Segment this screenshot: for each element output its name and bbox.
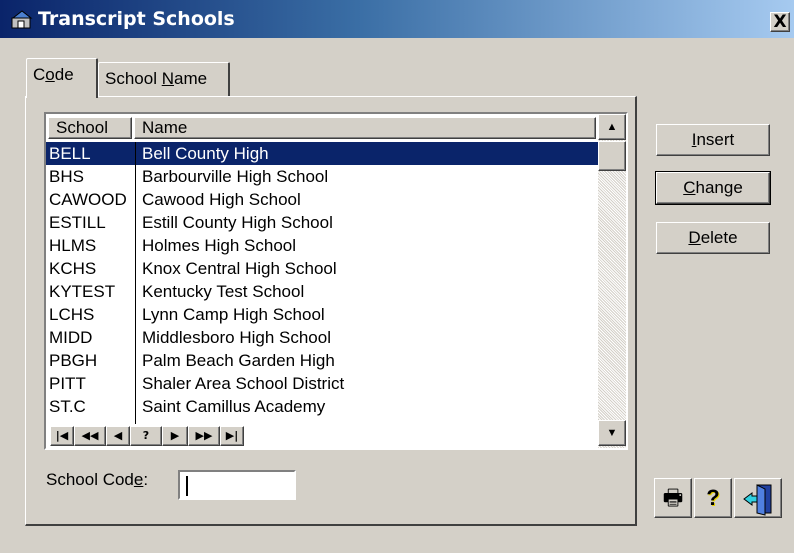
- school-name-cell: Estill County High School: [142, 213, 333, 232]
- close-button[interactable]: X: [770, 12, 790, 32]
- nav-last-icon: ▶|: [225, 429, 239, 442]
- school-name-cell: Lynn Camp High School: [142, 305, 325, 324]
- title-bar: Transcript Schools X: [0, 0, 794, 38]
- school-name-cell: Middlesboro High School: [142, 328, 331, 347]
- schools-grid[interactable]: School Name BELL Bell County High BHS Barbo…: [44, 112, 628, 450]
- table-row[interactable]: HLMS Holmes High School: [46, 234, 598, 257]
- table-row[interactable]: CAWOOD Cawood High School: [46, 188, 598, 211]
- nav-next-button[interactable]: ▶: [162, 426, 188, 446]
- insert-button-label: nsert: [696, 130, 735, 149]
- school-code-label-key: e: [133, 470, 144, 489]
- nav-prev-page-icon: ◀◀: [81, 429, 99, 442]
- nav-prev-icon: ◀: [113, 429, 123, 442]
- school-name-cell: Bell County High: [142, 144, 269, 163]
- school-code-cell: PITT: [49, 374, 86, 393]
- school-code-cell: BELL: [49, 144, 91, 163]
- change-button-key: C: [683, 178, 696, 197]
- tab-school-name-label-key: N: [161, 69, 174, 88]
- nav-goto-icon: ?: [142, 429, 150, 442]
- tab-code-label-pre: C: [33, 65, 46, 84]
- nav-next-page-button[interactable]: ▶▶: [188, 426, 220, 446]
- school-code-input[interactable]: [178, 470, 296, 500]
- table-row[interactable]: BHS Barbourville High School: [46, 165, 598, 188]
- school-code-cell: LCHS: [49, 305, 95, 324]
- nav-last-button[interactable]: ▶|: [220, 426, 244, 446]
- scroll-up-button[interactable]: ▲: [598, 114, 626, 140]
- change-button[interactable]: Change: [655, 171, 771, 205]
- school-code-cell: HLMS: [49, 236, 97, 255]
- school-code-label: School Code:: [46, 470, 148, 490]
- close-icon: X: [773, 12, 787, 32]
- arrow-down-icon: ▼: [606, 427, 618, 439]
- table-row[interactable]: PITT Shaler Area School District: [46, 372, 598, 395]
- tab-code[interactable]: Code: [26, 58, 98, 98]
- exit-button[interactable]: [734, 478, 782, 518]
- vertical-scrollbar[interactable]: ▲ ▼: [598, 114, 626, 448]
- tab-school-name-label-post: ame: [173, 69, 208, 88]
- nav-next-icon: ▶: [170, 429, 180, 442]
- school-code-label-post: :: [143, 470, 149, 489]
- school-name-cell: Saint Camillus Academy: [142, 397, 326, 416]
- school-code-cell: ESTILL: [49, 213, 106, 232]
- delete-button-label: elete: [700, 228, 738, 247]
- school-code-cell: BHS: [49, 167, 84, 186]
- nav-next-page-icon: ▶▶: [195, 429, 213, 442]
- table-row[interactable]: KYTEST Kentucky Test School: [46, 280, 598, 303]
- help-button[interactable]: ?: [694, 478, 732, 518]
- school-name-cell: Holmes High School: [142, 236, 297, 255]
- grid-body: School Name BELL Bell County High BHS Barbo…: [46, 114, 598, 448]
- printer-icon: 🖶: [662, 485, 684, 510]
- nav-first-button[interactable]: |◀: [50, 426, 74, 446]
- table-row[interactable]: PBGH Palm Beach Garden High: [46, 349, 598, 372]
- help-icon: ?: [706, 485, 720, 510]
- column-divider: [135, 142, 136, 424]
- nav-first-icon: |◀: [55, 429, 69, 442]
- school-name-cell: Barbourville High School: [142, 167, 329, 186]
- column-header-school-label: School: [56, 118, 108, 137]
- table-row[interactable]: BELL Bell County High: [46, 142, 598, 165]
- tab-school-name-label-pre: School: [105, 69, 162, 88]
- nav-goto-button[interactable]: ?: [130, 426, 162, 446]
- school-code-cell: KYTEST: [49, 282, 116, 301]
- school-name-cell: Knox Central High School: [142, 259, 337, 278]
- scroll-thumb[interactable]: [598, 141, 626, 171]
- text-caret: [186, 476, 188, 496]
- table-row[interactable]: LCHS Lynn Camp High School: [46, 303, 598, 326]
- tab-code-label-key: o: [45, 65, 55, 84]
- table-row[interactable]: ESTILL Estill County High School: [46, 211, 598, 234]
- school-code-cell: KCHS: [49, 259, 97, 278]
- window-title: Transcript Schools: [38, 8, 235, 30]
- tab-code-label-post: de: [54, 65, 74, 84]
- school-name-cell: Kentucky Test School: [142, 282, 305, 301]
- grid-rows: BELL Bell County High BHS Barbourville High…: [46, 142, 598, 418]
- column-header-name[interactable]: Name: [134, 117, 596, 139]
- app-icon: [11, 10, 33, 29]
- record-navigator: |◀ ◀◀ ◀? ▶ ▶▶ ▶|: [50, 426, 244, 446]
- table-row[interactable]: MIDD Middlesboro High School: [46, 326, 598, 349]
- table-row[interactable]: KCHS Knox Central High School: [46, 257, 598, 280]
- school-code-cell: ST.C: [49, 397, 86, 416]
- delete-button-key: D: [688, 228, 701, 247]
- column-header-name-label: Name: [142, 118, 188, 137]
- table-row[interactable]: ST.C Saint Camillus Academy: [46, 395, 598, 418]
- nav-prev-page-button[interactable]: ◀◀: [74, 426, 106, 446]
- school-code-cell: CAWOOD: [49, 190, 127, 209]
- tab-school-name[interactable]: School Name: [98, 62, 230, 96]
- school-code-cell: MIDD: [49, 328, 93, 347]
- exit-door-icon: [743, 484, 772, 516]
- delete-button[interactable]: Delete: [656, 222, 770, 254]
- school-name-cell: Palm Beach Garden High: [142, 351, 335, 370]
- column-header-school[interactable]: School: [48, 117, 132, 139]
- nav-prev-button[interactable]: ◀: [106, 426, 130, 446]
- insert-button[interactable]: Insert: [656, 124, 770, 156]
- school-name-cell: Shaler Area School District: [142, 374, 345, 393]
- scroll-down-button[interactable]: ▼: [598, 420, 626, 446]
- change-button-label: hange: [695, 178, 743, 197]
- arrow-up-icon: ▲: [606, 121, 618, 133]
- print-button[interactable]: 🖶: [654, 478, 692, 518]
- school-code-cell: PBGH: [49, 351, 98, 370]
- school-code-label-pre: School Cod: [46, 470, 134, 489]
- school-name-cell: Cawood High School: [142, 190, 301, 209]
